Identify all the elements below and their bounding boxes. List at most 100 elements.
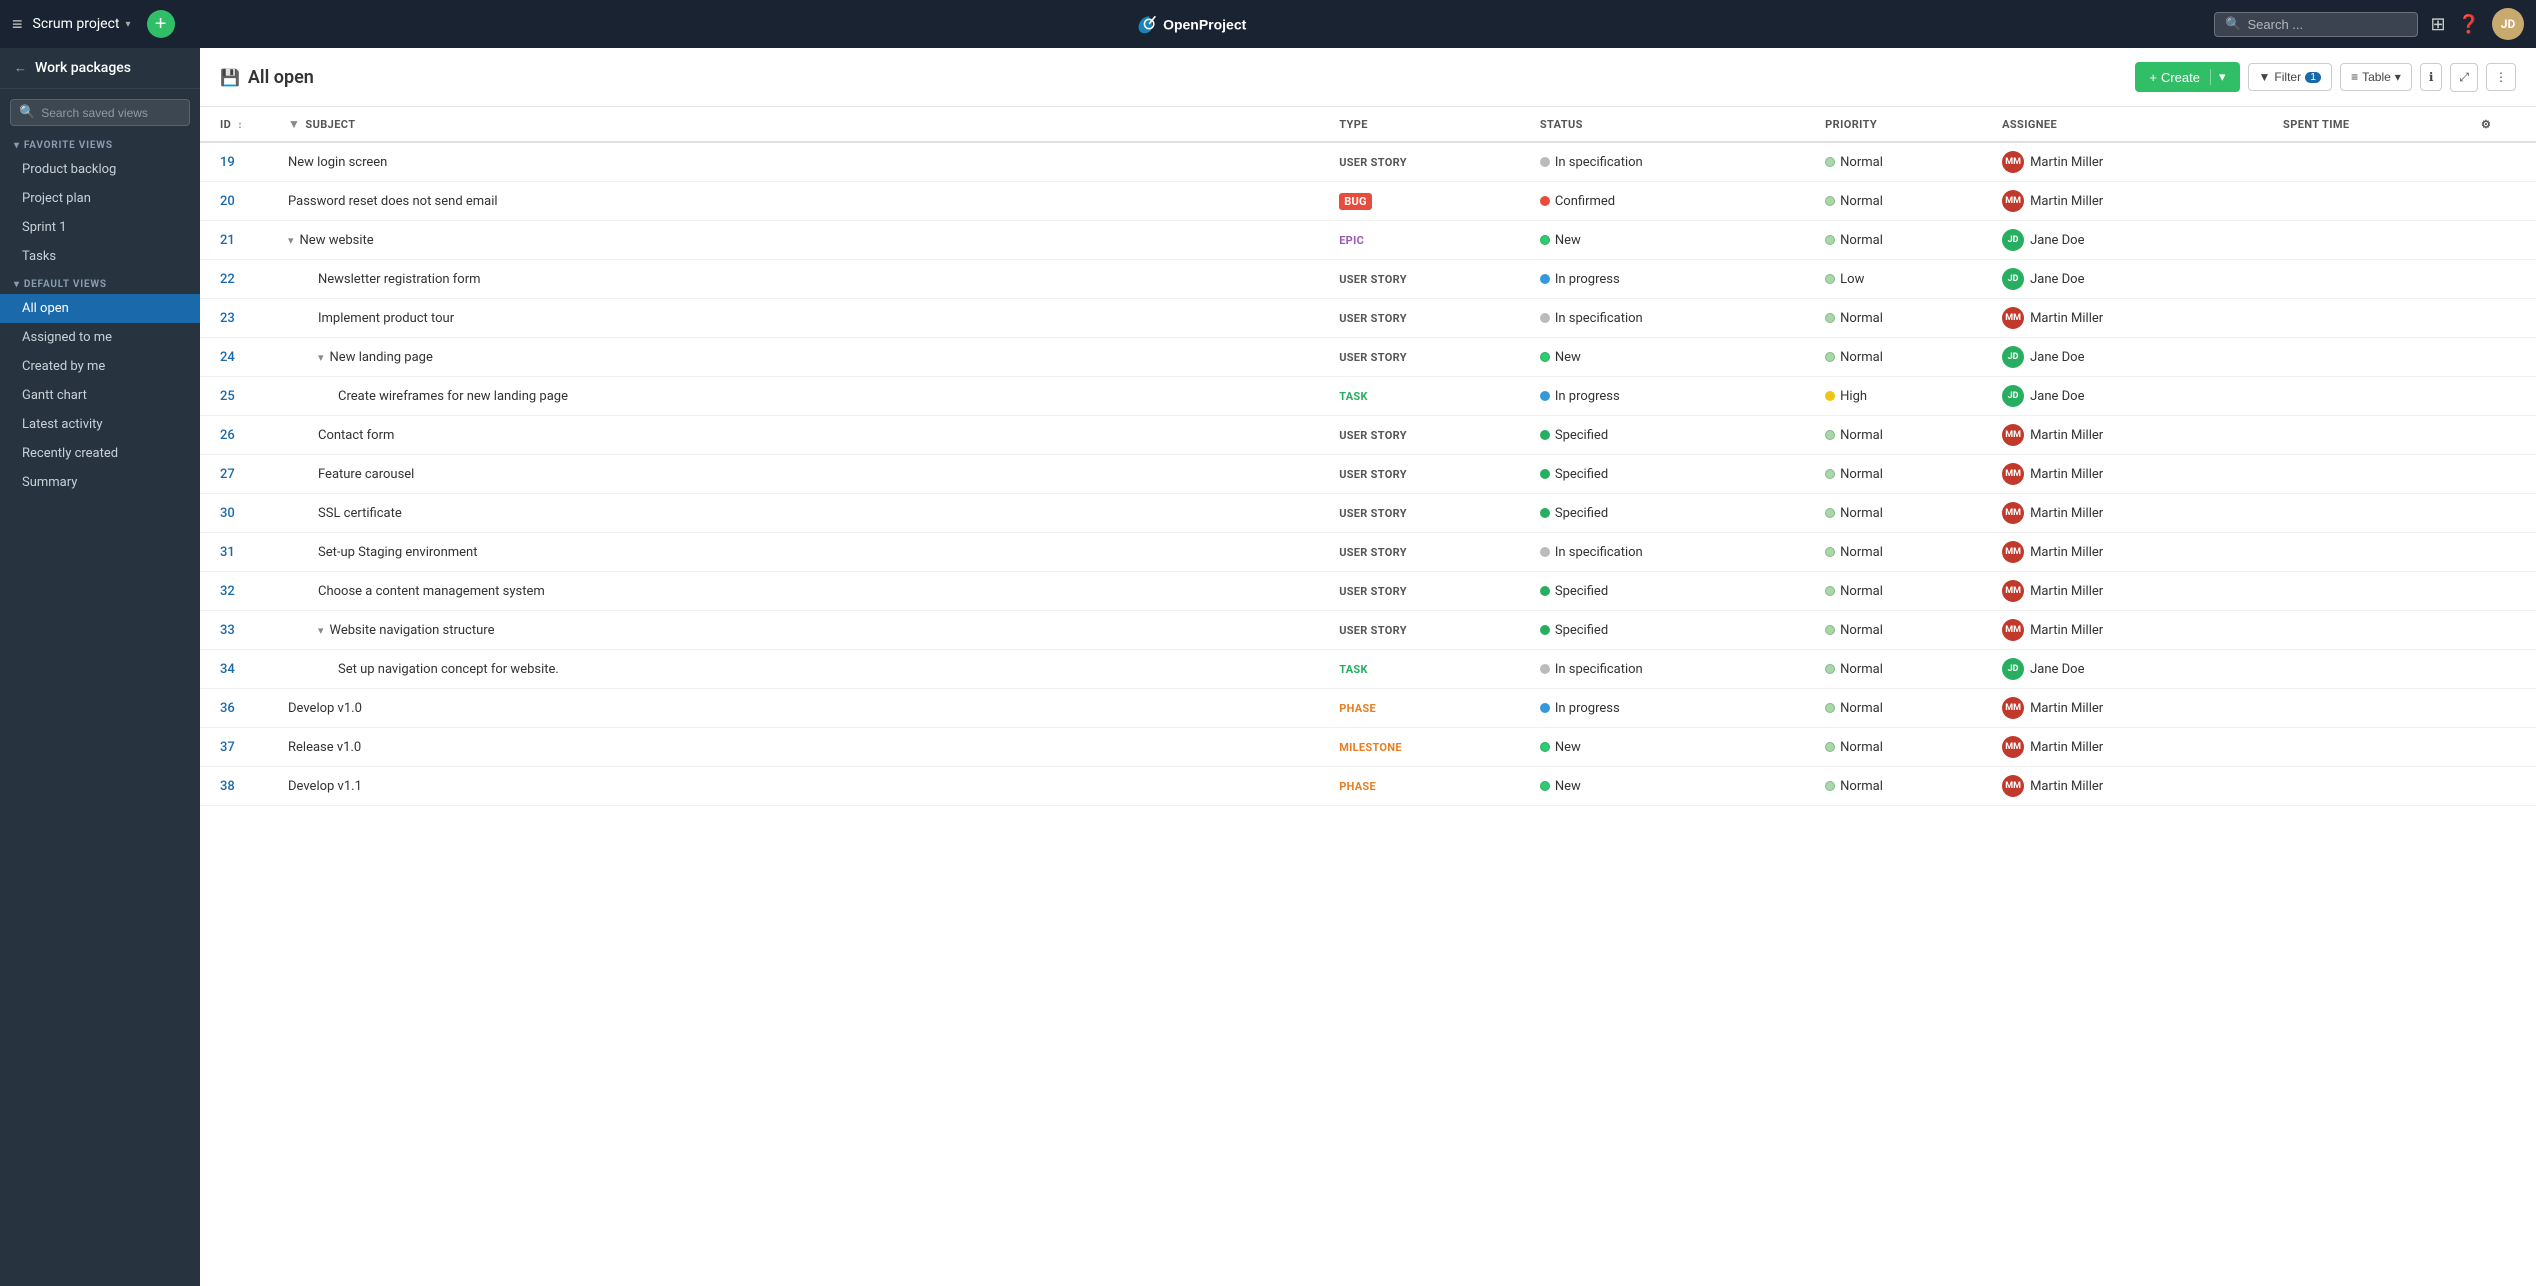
id-link[interactable]: 36 <box>220 701 235 716</box>
row-status: In specification <box>1532 299 1817 338</box>
sidebar-item-all-open[interactable]: All open <box>0 294 200 323</box>
subject-filter-icon: ▼ <box>288 117 300 131</box>
priority-cell: Normal <box>1825 428 1986 443</box>
project-selector[interactable]: Scrum project ▾ <box>33 16 131 32</box>
search-saved-input[interactable] <box>41 106 196 120</box>
row-status: Specified <box>1532 611 1817 650</box>
row-type: USER STORY <box>1331 260 1532 299</box>
assignee-cell: JDJane Doe <box>2002 268 2267 290</box>
global-search-box[interactable]: 🔍 <box>2214 12 2418 37</box>
row-spent-time <box>2275 182 2473 221</box>
sidebar-item-created-by-me[interactable]: Created by me <box>0 352 200 381</box>
assignee-name: Jane Doe <box>2030 233 2084 248</box>
add-project-button[interactable]: + <box>147 10 175 38</box>
row-actions <box>2473 182 2536 221</box>
id-link[interactable]: 24 <box>220 350 235 365</box>
sidebar-item-summary[interactable]: Summary <box>0 468 200 497</box>
row-type: USER STORY <box>1331 455 1532 494</box>
sidebar-item-gantt-chart[interactable]: Gantt chart <box>0 381 200 410</box>
col-assignee[interactable]: ASSIGNEE <box>1994 107 2275 142</box>
priority-cell: Normal <box>1825 311 1986 326</box>
col-priority[interactable]: PRIORITY <box>1817 107 1994 142</box>
col-id[interactable]: ID ↕ <box>200 107 280 142</box>
collapse-button[interactable]: ▾ <box>318 624 324 637</box>
global-search-input[interactable] <box>2247 17 2407 32</box>
id-link[interactable]: 30 <box>220 506 235 521</box>
page-title-icon: 💾 <box>220 68 240 87</box>
id-link[interactable]: 31 <box>220 545 235 560</box>
id-link[interactable]: 32 <box>220 584 235 599</box>
priority-text: Normal <box>1840 545 1883 560</box>
subject-text: Develop v1.0 <box>288 701 362 716</box>
id-link[interactable]: 33 <box>220 623 235 638</box>
sidebar-item-latest-activity[interactable]: Latest activity <box>0 410 200 439</box>
id-link[interactable]: 21 <box>220 233 235 248</box>
id-link[interactable]: 26 <box>220 428 235 443</box>
collapse-button[interactable]: ▾ <box>288 234 294 247</box>
id-link[interactable]: 27 <box>220 467 235 482</box>
subject-cell: Release v1.0 <box>288 740 1323 755</box>
id-link[interactable]: 20 <box>220 194 235 209</box>
sidebar-item-product-backlog[interactable]: Product backlog <box>0 155 200 184</box>
collapse-button[interactable]: ▾ <box>318 351 324 364</box>
filter-button[interactable]: ▼ Filter 1 <box>2248 63 2333 91</box>
subject-cell: Password reset does not send email <box>288 194 1323 209</box>
default-section-header[interactable]: ▾ DEFAULT VIEWS <box>0 271 200 294</box>
row-subject: ▾New website <box>280 221 1331 260</box>
id-link[interactable]: 38 <box>220 779 235 794</box>
row-type: BUG <box>1331 182 1532 221</box>
priority-cell: Normal <box>1825 350 1986 365</box>
search-saved-views[interactable]: 🔍 <box>10 99 190 126</box>
row-id: 37 <box>200 728 280 767</box>
subject-cell: New login screen <box>288 155 1323 170</box>
row-actions <box>2473 455 2536 494</box>
expand-button[interactable]: ⤢ <box>2450 63 2478 92</box>
row-spent-time <box>2275 416 2473 455</box>
col-settings[interactable]: ⚙ <box>2473 107 2536 142</box>
create-label: Create <box>2161 70 2200 85</box>
id-link[interactable]: 19 <box>220 155 235 170</box>
col-type[interactable]: TYPE <box>1331 107 1532 142</box>
status-text: New <box>1555 350 1581 365</box>
sidebar-item-sprint1[interactable]: Sprint 1 <box>0 213 200 242</box>
id-link[interactable]: 23 <box>220 311 235 326</box>
priority-text: Normal <box>1840 701 1883 716</box>
user-avatar[interactable]: JD <box>2492 8 2524 40</box>
main-body: ← Work packages 🔍 ▾ FAVORITE VIEWS Produ… <box>0 48 2536 1286</box>
sidebar-item-project-plan[interactable]: Project plan <box>0 184 200 213</box>
row-actions <box>2473 572 2536 611</box>
info-button[interactable]: ℹ <box>2420 63 2443 91</box>
help-icon[interactable]: ❓ <box>2458 14 2480 35</box>
priority-cell: Normal <box>1825 233 1986 248</box>
priority-dot <box>1825 352 1835 362</box>
table-view-button[interactable]: ≡ Table ▾ <box>2340 63 2412 91</box>
more-options-button[interactable]: ⋮ <box>2486 63 2516 91</box>
sidebar-item-tasks[interactable]: Tasks <box>0 242 200 271</box>
col-spent-time[interactable]: SPENT TIME <box>2275 107 2473 142</box>
assignee-cell: JDJane Doe <box>2002 229 2267 251</box>
status-cell: Confirmed <box>1540 194 1809 209</box>
create-button[interactable]: + Create ▾ <box>2135 62 2239 92</box>
row-status: New <box>1532 221 1817 260</box>
id-link[interactable]: 37 <box>220 740 235 755</box>
modules-icon[interactable]: ⊞ <box>2430 14 2445 35</box>
top-navigation: ≡ Scrum project ▾ + OpenProject 🔍 ⊞ ❓ JD <box>0 0 2536 48</box>
row-assignee: MMMartin Miller <box>1994 611 2275 650</box>
sidebar-back-button[interactable]: ← <box>14 60 27 76</box>
hamburger-menu[interactable]: ≡ <box>12 14 23 35</box>
status-text: Specified <box>1555 623 1608 638</box>
subject-text: Implement product tour <box>318 311 454 326</box>
id-link[interactable]: 25 <box>220 389 235 404</box>
sidebar-item-assigned-to-me[interactable]: Assigned to me <box>0 323 200 352</box>
col-status[interactable]: STATUS <box>1532 107 1817 142</box>
id-link[interactable]: 22 <box>220 272 235 287</box>
sidebar-item-recently-created[interactable]: Recently created <box>0 439 200 468</box>
priority-text: High <box>1840 389 1867 404</box>
create-dropdown-arrow[interactable]: ▾ <box>2210 69 2226 85</box>
assignee-name: Martin Miller <box>2030 779 2103 794</box>
col-subject[interactable]: ▼ SUBJECT <box>280 107 1331 142</box>
favorites-section-header[interactable]: ▾ FAVORITE VIEWS <box>0 132 200 155</box>
id-link[interactable]: 34 <box>220 662 235 677</box>
assignee-cell: MMMartin Miller <box>2002 736 2267 758</box>
row-assignee: JDJane Doe <box>1994 260 2275 299</box>
